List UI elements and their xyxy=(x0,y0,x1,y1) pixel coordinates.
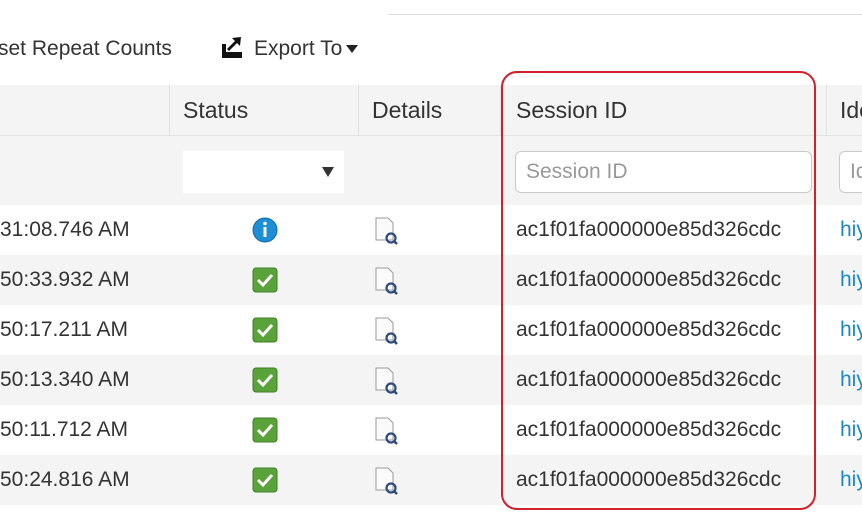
document-magnifier-icon[interactable] xyxy=(373,467,399,495)
time-cell: 50:33.932 AM xyxy=(0,268,130,291)
check-icon xyxy=(252,467,278,493)
time-cell: 50:17.211 AM xyxy=(0,318,129,341)
dropdown-arrow-icon xyxy=(322,167,334,177)
info-icon xyxy=(252,217,278,243)
reset-repeat-counts-button[interactable]: set Repeat Counts xyxy=(0,37,172,61)
table-row[interactable]: 50:13.340 AM ac1f01fa000000e85d326cdc hi… xyxy=(0,355,862,405)
table-row[interactable]: 50:33.932 AM ac1f01fa000000e85d326cdc hi… xyxy=(0,255,862,305)
session-id-cell: ac1f01fa000000e85d326cdc xyxy=(516,268,782,291)
identity-filter-input[interactable]: Id xyxy=(839,151,862,193)
session-id-cell: ac1f01fa000000e85d326cdc xyxy=(516,318,782,341)
document-magnifier-icon[interactable] xyxy=(373,267,399,295)
toolbar: set Repeat Counts Export To xyxy=(0,28,862,72)
time-cell: 50:24.816 AM xyxy=(0,468,130,491)
column-divider xyxy=(358,85,359,135)
document-magnifier-icon[interactable] xyxy=(373,317,399,345)
grid-header: Status Details Session ID Ide xyxy=(0,85,862,136)
identity-link[interactable]: hiy xyxy=(840,455,862,505)
caret-down-icon xyxy=(346,45,359,53)
identity-link[interactable]: hiy xyxy=(840,305,862,355)
session-id-cell: ac1f01fa000000e85d326cdc xyxy=(516,368,782,391)
column-divider xyxy=(500,85,501,135)
session-id-cell: ac1f01fa000000e85d326cdc xyxy=(516,468,782,491)
check-icon xyxy=(252,267,278,293)
identity-link[interactable]: hiy xyxy=(840,405,862,455)
session-id-filter-input[interactable]: Session ID xyxy=(515,151,812,193)
column-header-status[interactable]: Status xyxy=(183,85,353,135)
status-filter-select[interactable] xyxy=(183,151,344,193)
table-row[interactable]: 50:24.816 AM ac1f01fa000000e85d326cdc hi… xyxy=(0,455,862,505)
export-to-button[interactable]: Export To xyxy=(221,34,359,64)
export-icon xyxy=(221,35,243,64)
document-magnifier-icon[interactable] xyxy=(373,417,399,445)
filter-row: Session ID Id xyxy=(0,136,862,205)
column-divider xyxy=(169,85,170,135)
check-icon xyxy=(252,367,278,393)
table-row[interactable]: 50:11.712 AM ac1f01fa000000e85d326cdc hi… xyxy=(0,405,862,455)
time-cell: 31:08.746 AM xyxy=(0,218,130,241)
column-header-details[interactable]: Details xyxy=(372,85,492,135)
identity-link[interactable]: hiy xyxy=(840,355,862,405)
table-row[interactable]: 31:08.746 AM ac1f01fa000000e85d326cdc hi… xyxy=(0,205,862,255)
column-divider xyxy=(826,85,827,135)
document-magnifier-icon[interactable] xyxy=(373,217,399,245)
session-id-cell: ac1f01fa000000e85d326cdc xyxy=(516,418,782,441)
identity-link[interactable]: hiy xyxy=(840,205,862,255)
top-divider xyxy=(388,14,862,15)
column-header-identity[interactable]: Ide xyxy=(840,85,862,135)
check-icon xyxy=(252,417,278,443)
identity-link[interactable]: hiy xyxy=(840,255,862,305)
time-cell: 50:11.712 AM xyxy=(0,418,129,441)
session-id-cell: ac1f01fa000000e85d326cdc xyxy=(516,218,782,241)
column-header-session-id[interactable]: Session ID xyxy=(516,85,806,135)
table-row[interactable]: 50:17.211 AM ac1f01fa000000e85d326cdc hi… xyxy=(0,305,862,355)
export-to-label: Export To xyxy=(254,37,343,60)
check-icon xyxy=(252,317,278,343)
time-cell: 50:13.340 AM xyxy=(0,368,130,391)
document-magnifier-icon[interactable] xyxy=(373,367,399,395)
